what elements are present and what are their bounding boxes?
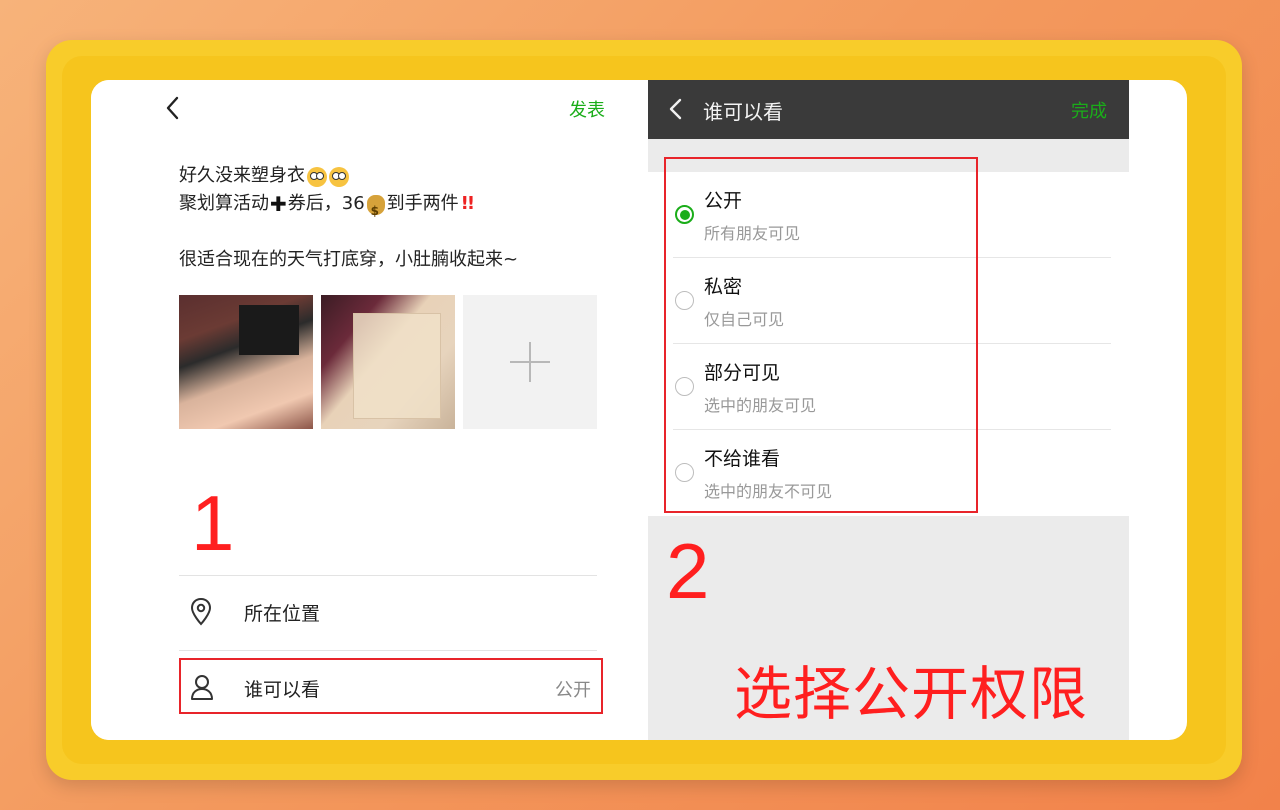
person-icon: [191, 675, 213, 700]
add-photo-plus-icon-bar: [510, 361, 550, 363]
post-text-line2a: 聚划算活动: [179, 193, 269, 214]
post-text-line2b: 券后，36: [287, 193, 365, 214]
post-photo-2[interactable]: [321, 295, 455, 429]
done-button[interactable]: 完成: [1071, 97, 1107, 123]
double-exclamation-emoji-icon: !!: [460, 193, 475, 214]
flushed-face-emoji-icon: [329, 167, 349, 187]
back-chevron-icon[interactable]: [163, 94, 187, 122]
divider: [179, 650, 597, 651]
location-label: 所在位置: [244, 603, 321, 625]
visibility-settings-screen: 谁可以看 完成 公开 所有朋友可见 私密 仅自己可见 部分可见 选中的朋友可见: [648, 80, 1129, 740]
page-title: 谁可以看: [703, 100, 783, 124]
post-photo-1[interactable]: [179, 295, 313, 429]
location-pin-icon: [190, 597, 212, 626]
step-number-1: 1: [191, 479, 235, 567]
who-can-see-row[interactable]: 谁可以看 公开: [179, 658, 603, 714]
post-text-line3: 很适合现在的天气打底穿，小肚腩收起来~: [179, 249, 519, 270]
post-line-3: 很适合现在的天气打底穿，小肚腩收起来~: [179, 246, 518, 274]
highlight-box: [664, 157, 978, 513]
compose-post-screen: 发表 好久没来塑身衣 聚划算活动 ✚ 券后，36 到手两件 !! 很适合现在的天…: [91, 80, 647, 740]
post-text[interactable]: 好久没来塑身衣 聚划算活动 ✚ 券后，36 到手两件 !! 很适合现在的天气打底…: [179, 162, 518, 274]
flushed-face-emoji-icon: [307, 167, 327, 187]
who-can-see-label: 谁可以看: [244, 679, 321, 701]
post-text-line1: 好久没来塑身衣: [179, 165, 305, 186]
nav-header: 谁可以看 完成: [648, 80, 1129, 139]
content-card: 发表 好久没来塑身衣 聚划算活动 ✚ 券后，36 到手两件 !! 很适合现在的天…: [91, 80, 1187, 740]
who-can-see-value: 公开: [555, 680, 591, 701]
heavy-plus-emoji-icon: ✚: [270, 192, 287, 216]
publish-button[interactable]: 发表: [569, 96, 605, 122]
money-bag-emoji-icon: [366, 195, 385, 225]
location-row[interactable]: 所在位置: [179, 577, 597, 649]
add-photo-button[interactable]: [463, 295, 597, 429]
post-line-1: 好久没来塑身衣: [179, 162, 518, 190]
divider: [179, 575, 597, 576]
step-number-2: 2: [666, 527, 710, 615]
back-chevron-icon[interactable]: [666, 95, 686, 123]
post-line-2: 聚划算活动 ✚ 券后，36 到手两件 !!: [179, 190, 518, 225]
post-text-line2c: 到手两件: [386, 193, 459, 214]
instruction-caption: 选择公开权限: [734, 660, 1089, 728]
